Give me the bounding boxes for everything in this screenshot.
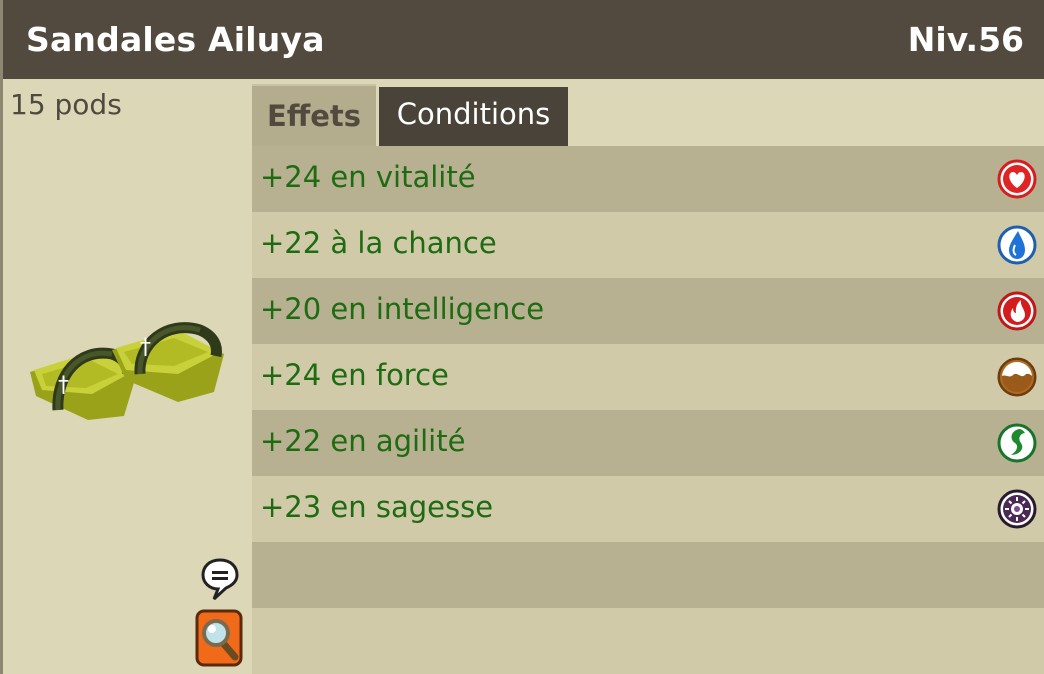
item-info-panel: 15 pods † † xyxy=(3,79,252,674)
tab-bar: Effets Conditions xyxy=(252,79,1044,146)
effect-text: +23 en sagesse xyxy=(260,490,494,524)
effect-row-empty xyxy=(252,542,1044,608)
effect-row: +24 en force xyxy=(252,344,1044,410)
effect-row: +20 en intelligence xyxy=(252,278,1044,344)
effect-row: +22 en agilité xyxy=(252,410,1044,476)
intelligence-fire-icon xyxy=(997,291,1037,331)
effect-row: +24 en vitalité xyxy=(252,146,1044,212)
strength-earth-icon xyxy=(997,357,1037,397)
effect-text: +24 en force xyxy=(260,358,449,392)
tab-effets[interactable]: Effets xyxy=(252,84,376,146)
svg-text:†: † xyxy=(140,335,151,360)
effect-row: +23 en sagesse xyxy=(252,476,1044,542)
effect-text: +22 à la chance xyxy=(260,226,497,260)
effect-row-empty xyxy=(252,608,1044,674)
effect-row: +22 à la chance xyxy=(252,212,1044,278)
effects-list: +24 en vitalité +22 à la chance +20 en i… xyxy=(252,146,1044,674)
title-bar: Sandales Ailuya Niv.56 xyxy=(3,0,1044,79)
chance-water-icon xyxy=(997,225,1037,265)
item-name: Sandales Ailuya xyxy=(26,20,325,59)
tab-conditions[interactable]: Conditions xyxy=(379,87,568,146)
item-weight: 15 pods xyxy=(10,88,122,121)
chat-bubble-icon[interactable] xyxy=(200,557,240,601)
item-tooltip-window: Sandales Ailuya Niv.56 15 pods † † Effet… xyxy=(0,0,1044,674)
svg-text:†: † xyxy=(58,373,69,398)
effect-text: +20 en intelligence xyxy=(260,292,545,326)
item-level: Niv.56 xyxy=(907,20,1024,59)
item-image-sandals: † † xyxy=(30,322,224,420)
effect-text: +22 en agilité xyxy=(260,424,466,458)
effect-text: +24 en vitalité xyxy=(260,160,476,194)
vitality-heart-icon xyxy=(997,159,1037,199)
wisdom-icon xyxy=(997,489,1037,529)
agility-air-icon xyxy=(997,423,1037,463)
magnifier-search-icon[interactable] xyxy=(195,609,243,667)
